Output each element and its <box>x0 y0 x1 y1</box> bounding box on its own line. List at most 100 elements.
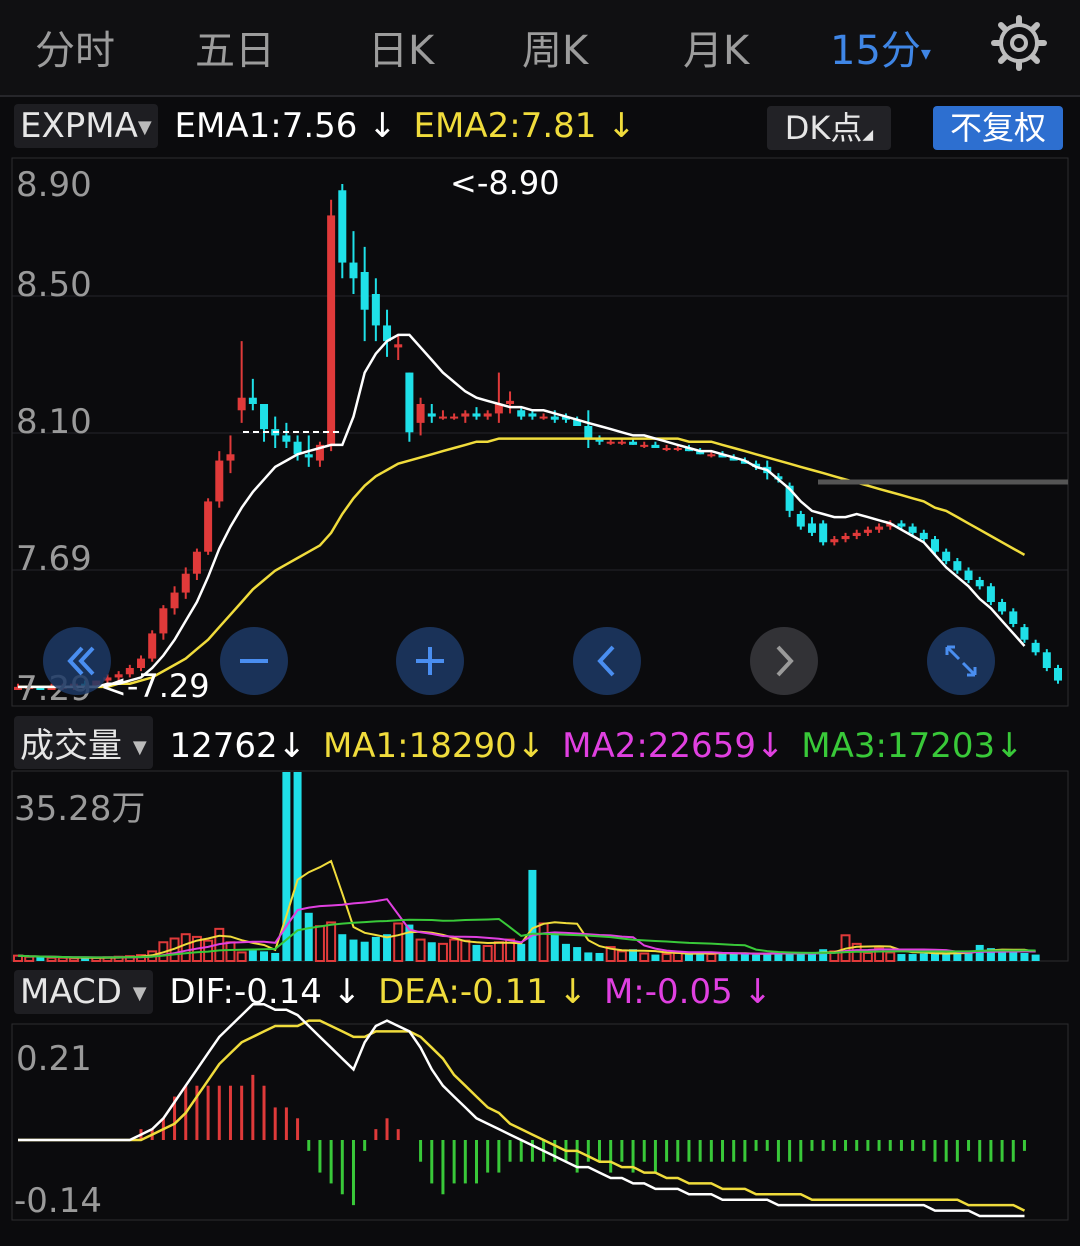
volume-bar <box>1031 954 1040 961</box>
volume-bar <box>46 956 57 962</box>
volume-bar <box>248 950 257 961</box>
volume-bar <box>68 957 79 962</box>
fullscreen-button[interactable] <box>927 627 995 695</box>
prev-button[interactable] <box>573 627 641 695</box>
volume-layer <box>13 772 1040 963</box>
volume-bar <box>796 953 805 961</box>
volume-bar <box>885 951 896 963</box>
candle-body <box>349 262 358 279</box>
candle-body <box>282 435 291 442</box>
volume-bar <box>584 952 593 961</box>
volume-bar <box>460 939 471 963</box>
ema1-line <box>18 333 1026 689</box>
volume-bar <box>449 938 460 962</box>
volume-bar <box>819 949 828 961</box>
volume-bar <box>595 952 604 961</box>
volume-bar <box>260 951 269 961</box>
volume-max-label: 35.28万 <box>14 789 145 829</box>
candle-body <box>517 410 526 417</box>
price-panel-frame <box>11 157 1069 707</box>
price-label-4: 7.69 <box>16 539 92 579</box>
volume-bar <box>304 912 313 961</box>
volume-bar <box>573 947 582 961</box>
candle-body <box>215 460 224 502</box>
zoom-in-button[interactable] <box>396 627 464 695</box>
candle-body <box>438 416 447 419</box>
volume-bar <box>897 954 906 961</box>
candle-body <box>416 404 425 423</box>
volume-bar <box>528 869 537 961</box>
volume-bar <box>314 925 325 963</box>
volume-bar <box>24 955 35 963</box>
volume-bar <box>57 956 68 962</box>
macd-min-label: -0.14 <box>14 1181 102 1221</box>
candle-body <box>673 448 682 450</box>
volume-bar <box>427 942 436 961</box>
volume-bar <box>349 939 358 961</box>
volume-bar <box>718 953 727 961</box>
kline-chart-canvas[interactable]: 8.90 8.50 8.10 7.69 7.29 <-8.90 <-7.29 3… <box>0 0 1080 1246</box>
candle-body <box>953 561 962 571</box>
volume-bar <box>763 954 772 961</box>
volume-bar <box>862 951 873 963</box>
candle-body <box>640 444 649 447</box>
price-label-top: 8.90 <box>16 165 92 205</box>
volume-bar <box>472 944 481 961</box>
volume-bar <box>639 952 650 962</box>
zoom-out-button[interactable] <box>220 627 288 695</box>
fullscreen-button-bg <box>927 627 995 695</box>
candle-body <box>338 190 347 263</box>
candle-body <box>819 523 828 543</box>
candle-body <box>875 526 884 530</box>
candle-body <box>192 551 201 574</box>
min-price-marker: <-7.29 <box>100 667 210 705</box>
candle-body <box>427 413 436 417</box>
candle-body <box>897 523 906 527</box>
candle-body <box>506 400 515 404</box>
volume-bar <box>1020 952 1029 961</box>
candle-body <box>260 404 269 430</box>
macd-max-label: 0.21 <box>16 1039 92 1079</box>
price-layer <box>14 184 1068 690</box>
next-button[interactable] <box>750 627 818 695</box>
volume-bar <box>338 934 347 961</box>
volume-bar <box>225 941 236 962</box>
candle-body <box>405 372 414 433</box>
volume-bar <box>493 941 504 962</box>
volume-bar <box>393 922 404 962</box>
candle-body <box>204 501 213 552</box>
volume-bar <box>942 954 951 961</box>
volume-bar <box>517 943 526 961</box>
candle-body <box>662 448 671 450</box>
dea-line <box>18 1019 1026 1212</box>
candle-body <box>170 592 179 609</box>
volume-bar <box>282 772 291 961</box>
candle-body <box>360 272 369 310</box>
macd-layer <box>18 1003 1026 1218</box>
candle-body <box>919 532 928 540</box>
dif-line <box>18 1003 1025 1218</box>
candle-body <box>651 444 660 448</box>
volume-bar <box>651 954 660 961</box>
candle-body <box>226 454 235 461</box>
fast-back-button[interactable] <box>43 627 111 695</box>
volume-bar <box>752 954 761 961</box>
candle-body <box>450 416 459 419</box>
candle-body <box>998 602 1007 612</box>
fast-back-button-bg <box>43 627 111 695</box>
candle-body <box>1054 668 1062 681</box>
candle-body <box>908 526 917 533</box>
candle-body <box>327 215 336 445</box>
candle-body <box>617 441 626 444</box>
volume-bar <box>271 952 280 961</box>
candle-body <box>841 536 850 540</box>
candle-body <box>986 586 995 602</box>
candle-body <box>852 532 861 536</box>
volume-bar <box>482 945 493 962</box>
candle-body <box>1042 652 1051 668</box>
candle-body <box>629 441 638 445</box>
candle-body <box>584 426 593 439</box>
candle-body <box>964 570 973 580</box>
candle-body <box>394 344 403 348</box>
volume-bar <box>706 953 717 962</box>
